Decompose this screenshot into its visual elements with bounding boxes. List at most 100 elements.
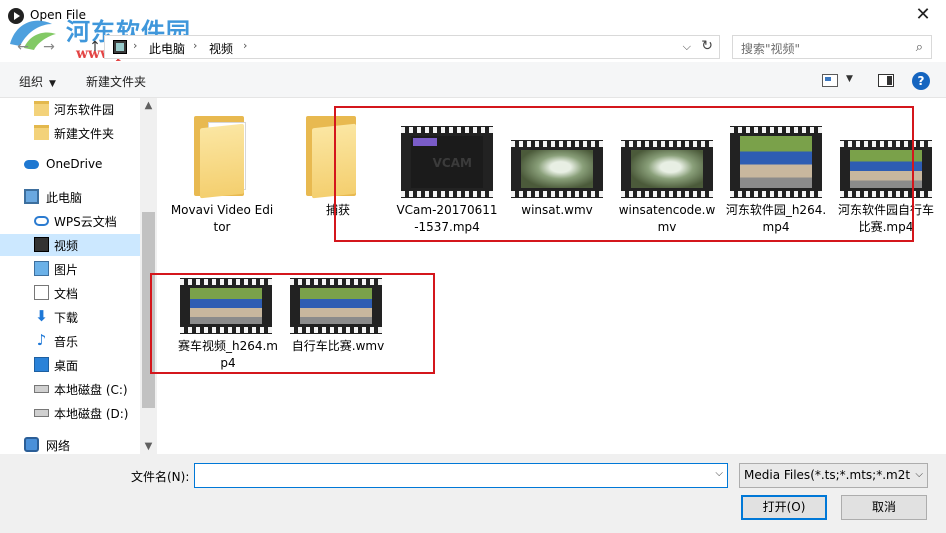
- refresh-icon[interactable]: ↻: [701, 38, 713, 54]
- picture-icon: [34, 261, 49, 276]
- filename-label: 文件名(N):: [131, 470, 190, 484]
- scroll-up-icon[interactable]: ▲: [140, 100, 157, 111]
- cancel-button[interactable]: 取消: [841, 495, 927, 520]
- sidebar-item-onedrive[interactable]: OneDrive: [0, 154, 140, 176]
- file-item-capture[interactable]: 捕获: [286, 112, 390, 238]
- video-thumbnail: [621, 140, 713, 198]
- back-button[interactable]: ←: [14, 38, 32, 56]
- drive-icon: [34, 409, 49, 417]
- file-item-winsat[interactable]: winsat.wmv: [505, 112, 609, 238]
- desktop-icon: [34, 357, 49, 372]
- forward-button[interactable]: →: [40, 38, 58, 56]
- address-row: ← → ↑ › 此电脑 › 视频 › ⌵ ↻ 搜索"视频" ⌕: [0, 32, 946, 62]
- sidebar-item-pictures[interactable]: 图片: [0, 258, 140, 280]
- sidebar-item-label: 桌面: [54, 359, 79, 373]
- filename-input[interactable]: ⌵: [194, 463, 728, 488]
- sidebar-item-label: WPS云文档: [54, 215, 117, 229]
- video-thumbnail: [730, 126, 822, 198]
- sidebar-item-label: 图片: [54, 263, 79, 277]
- sidebar-item-label: 此电脑: [46, 191, 83, 205]
- cloud-icon: [24, 160, 39, 169]
- address-dropdown-icon[interactable]: ⌵: [683, 40, 691, 54]
- close-button[interactable]: ✕: [900, 0, 946, 32]
- file-name: 河东软件园自行车比赛.mp4: [837, 203, 934, 234]
- file-type-value: Media Files(*.ts;*.mts;*.m2ts;*: [744, 468, 910, 482]
- title-bar: Open File ✕: [0, 0, 946, 32]
- organize-label: 组织: [19, 75, 44, 89]
- open-button[interactable]: 打开(O): [741, 495, 827, 520]
- video-icon: [34, 237, 49, 252]
- file-item-race-h264[interactable]: 赛车视频_h264.mp4: [176, 258, 280, 378]
- file-item-hedong-h264[interactable]: 河东软件园_h264.mp4: [724, 112, 828, 238]
- navigation-pane: 河东软件园 新建文件夹 OneDrive 此电脑 WPS云文档 视频 图片 文档…: [0, 98, 158, 454]
- video-thumbnail: [511, 140, 603, 198]
- file-name: VCam-20170611-1537.mp4: [396, 203, 498, 234]
- new-folder-button[interactable]: 新建文件夹: [86, 73, 146, 90]
- sidebar-item-label: 河东软件园: [54, 103, 115, 117]
- chevron-down-icon: ▼: [49, 79, 56, 89]
- file-item-bike-wmv[interactable]: 自行车比赛.wmv: [286, 258, 390, 378]
- video-folder-icon: [113, 40, 127, 54]
- organize-button[interactable]: 组织 ▼: [19, 73, 56, 90]
- search-placeholder: 搜索"视频": [741, 42, 801, 56]
- video-thumbnail: [290, 278, 382, 334]
- folder-icon: [194, 116, 256, 199]
- download-icon: ⬇: [35, 307, 48, 325]
- sidebar-item-music[interactable]: ♪ 音乐: [0, 330, 140, 352]
- file-item-winsatencode[interactable]: winsatencode.wmv: [615, 112, 719, 238]
- breadcrumb-videos[interactable]: 视频: [209, 40, 233, 57]
- file-name: winsatencode.wmv: [618, 203, 716, 234]
- sidebar-item-label: 本地磁盘 (D:): [54, 407, 129, 421]
- sidebar-item-this-pc[interactable]: 此电脑: [0, 186, 140, 208]
- file-name: 自行车比赛.wmv: [291, 339, 385, 353]
- network-icon: [24, 437, 39, 452]
- sidebar-item-videos[interactable]: 视频: [0, 234, 140, 256]
- computer-icon: [24, 189, 39, 204]
- scroll-down-icon[interactable]: ▼: [140, 441, 157, 452]
- sidebar-item-desktop[interactable]: 桌面: [0, 354, 140, 376]
- sidebar-item-new-folder[interactable]: 新建文件夹: [0, 122, 140, 144]
- chevron-down-icon[interactable]: ⌵: [715, 468, 723, 479]
- sidebar-item-label: 新建文件夹: [54, 127, 115, 141]
- music-icon: ♪: [36, 331, 47, 349]
- file-item-movavi[interactable]: Movavi Video Editor: [170, 112, 274, 238]
- sidebar-item-drive-d[interactable]: 本地磁盘 (D:): [0, 402, 140, 424]
- sidebar-item-label: 下载: [54, 311, 79, 325]
- sidebar-item-documents[interactable]: 文档: [0, 282, 140, 304]
- video-thumbnail: [180, 278, 272, 334]
- file-name: 赛车视频_h264.mp4: [177, 339, 278, 370]
- file-type-select[interactable]: Media Files(*.ts;*.mts;*.m2ts;* ⌵: [739, 463, 928, 488]
- sidebar-item-wps-cloud[interactable]: WPS云文档: [0, 210, 140, 232]
- search-box[interactable]: 搜索"视频" ⌕: [732, 35, 932, 59]
- file-name: 河东软件园_h264.mp4: [725, 203, 827, 234]
- help-icon[interactable]: ?: [912, 72, 930, 90]
- file-item-vcam[interactable]: VCam-20170611-1537.mp4: [395, 112, 499, 238]
- sidebar-scrollbar[interactable]: ▲ ▼: [140, 98, 157, 454]
- file-name: winsat.wmv: [521, 203, 593, 217]
- sidebar-item-label: 音乐: [54, 335, 79, 349]
- video-thumbnail: [401, 126, 493, 198]
- sidebar-item-network[interactable]: 网络: [0, 434, 140, 456]
- breadcrumb-separator: ›: [193, 39, 198, 52]
- breadcrumb-this-pc[interactable]: 此电脑: [149, 40, 185, 57]
- sidebar-item-label: 视频: [54, 239, 79, 253]
- breadcrumb-separator: ›: [133, 39, 138, 52]
- chevron-down-icon[interactable]: ▼: [846, 74, 853, 84]
- folder-icon: [34, 101, 49, 116]
- scroll-thumb[interactable]: [142, 212, 155, 408]
- view-options-icon[interactable]: [822, 74, 838, 87]
- sidebar-item-label: OneDrive: [46, 157, 103, 171]
- preview-pane-icon[interactable]: [878, 74, 894, 87]
- document-icon: [34, 285, 49, 300]
- search-icon[interactable]: ⌕: [916, 40, 923, 55]
- sidebar-item-hedong[interactable]: 河东软件园: [0, 98, 140, 120]
- sidebar-item-label: 文档: [54, 287, 79, 301]
- sidebar-item-downloads[interactable]: ⬇ 下载: [0, 306, 140, 328]
- breadcrumb-separator: ›: [243, 39, 248, 52]
- sidebar-item-drive-c[interactable]: 本地磁盘 (C:): [0, 378, 140, 400]
- wps-cloud-icon: [34, 216, 49, 226]
- up-button[interactable]: ↑: [86, 38, 104, 56]
- file-item-hedong-bike[interactable]: 河东软件园自行车比赛.mp4: [834, 112, 938, 238]
- video-thumbnail: [840, 140, 932, 198]
- address-bar[interactable]: › 此电脑 › 视频 › ⌵ ↻: [104, 35, 720, 59]
